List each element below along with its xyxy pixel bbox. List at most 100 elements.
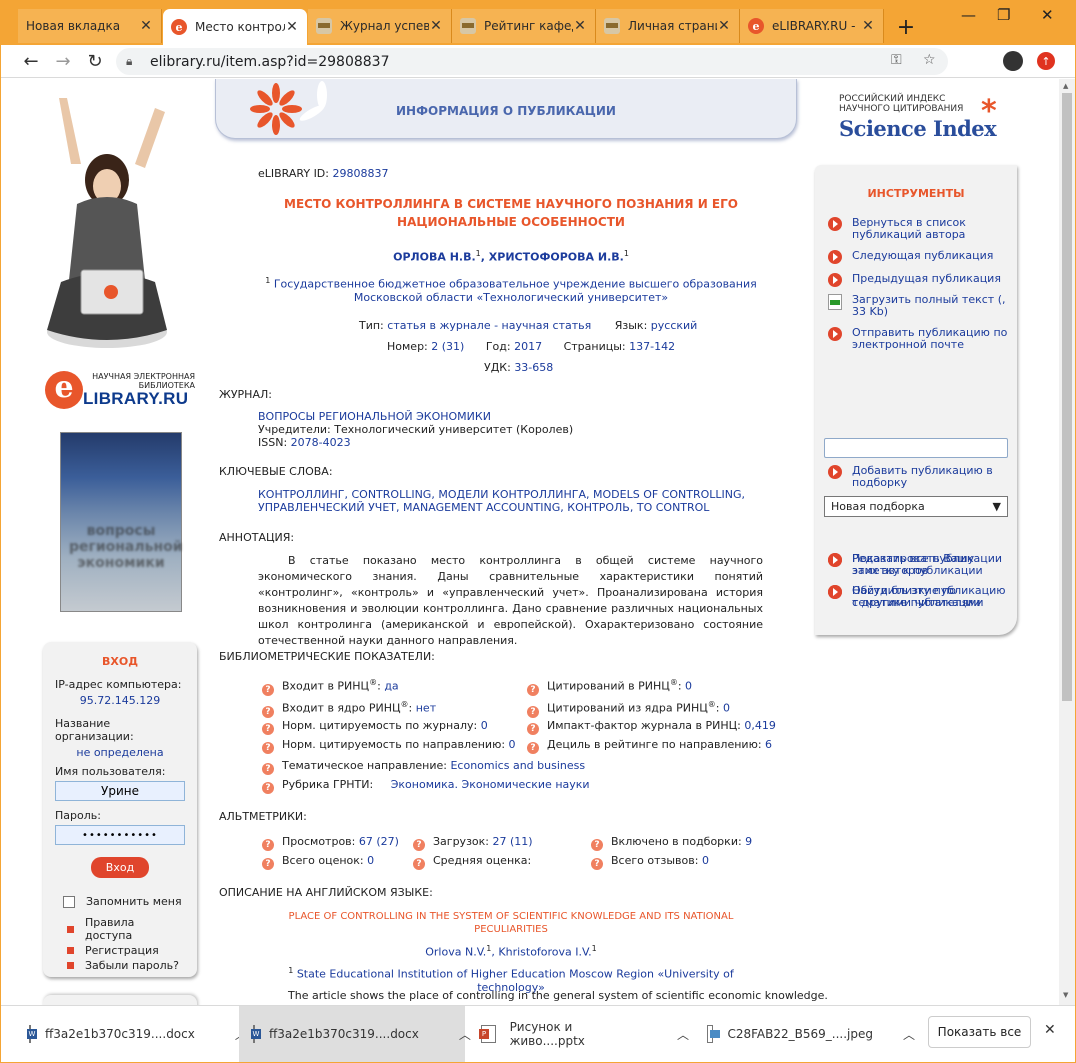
elibrary-logo[interactable]: e НАУЧНАЯ ЭЛЕКТРОННАЯ БИБЛИОТЕКА LIBRARY…: [45, 371, 205, 411]
journal-name[interactable]: ВОПРОСЫ РЕГИОНАЛЬНОЙ ЭКОНОМИКИ: [258, 410, 573, 423]
tab-new-tab[interactable]: Новая вкладка ✕: [18, 9, 162, 43]
update-menu-icon[interactable]: ↑: [1037, 52, 1055, 70]
collection-select[interactable]: Новая подборка ▼: [824, 496, 1008, 517]
metric-value[interactable]: Economics and business: [450, 759, 585, 772]
udk-label: УДК:: [484, 361, 511, 374]
chevron-up-icon[interactable]: ︿: [903, 1026, 915, 1043]
scrollbar-thumb[interactable]: [1062, 93, 1072, 701]
help-icon[interactable]: ?: [527, 742, 539, 754]
close-tab-icon[interactable]: ✕: [429, 18, 443, 34]
metric-value: 27 (11): [492, 835, 533, 848]
password-label: Пароль:: [55, 809, 101, 822]
key-icon[interactable]: ⚿: [891, 52, 902, 68]
tool-download-fulltext[interactable]: Загрузить полный текст (, 33 Kb): [828, 294, 1010, 318]
bullet-icon: [67, 925, 74, 933]
close-tab-icon[interactable]: ✕: [861, 18, 875, 34]
tool-next-publication[interactable]: Следующая публикация: [828, 250, 1010, 264]
close-downloads-icon[interactable]: ✕: [1044, 1022, 1056, 1038]
download-item[interactable]: C28FAB22_B569_....jpeg ︿: [693, 1006, 915, 1062]
remember-me-checkbox[interactable]: Запомнить меня: [63, 895, 185, 908]
help-icon[interactable]: ?: [262, 782, 274, 794]
id-value[interactable]: 29808837: [332, 167, 388, 180]
chevron-up-icon[interactable]: ︿: [677, 1026, 689, 1043]
forgot-password-link[interactable]: Забыли пароль?: [67, 959, 185, 972]
checkbox-box[interactable]: [63, 895, 75, 908]
udk-value[interactable]: 33-658: [514, 361, 553, 374]
close-window-icon[interactable]: ✕: [1041, 6, 1054, 24]
metric-value[interactable]: 0: [685, 680, 692, 693]
access-rules-link[interactable]: Правила доступа: [67, 916, 185, 942]
bullet-icon: [67, 962, 74, 969]
help-icon[interactable]: ?: [262, 742, 274, 754]
scroll-up-arrow-icon[interactable]: ▲: [1063, 82, 1068, 90]
show-all-downloads-button[interactable]: Показать все: [928, 1016, 1031, 1048]
download-item[interactable]: Рисунок и живо....pptx ︿: [467, 1006, 689, 1062]
tool-find-similar[interactable]: Найти близкие по тематике публикации: [828, 585, 1010, 609]
author-link[interactable]: ОРЛОВА Н.В.: [393, 251, 476, 264]
keywords-line: УПРАВЛЕНЧЕСКИЙ УЧЕТ, MANAGEMENT ACCOUNTI…: [258, 501, 710, 514]
help-icon[interactable]: ?: [527, 705, 539, 718]
new-tab-button[interactable]: +: [893, 14, 919, 40]
help-icon[interactable]: ?: [413, 858, 425, 870]
help-icon[interactable]: ?: [591, 858, 603, 870]
maximize-icon[interactable]: ❐: [997, 6, 1010, 24]
help-icon[interactable]: ?: [527, 723, 539, 735]
metric-norm-direction: ? Норм. цитируемость по направлению: 0: [262, 738, 516, 754]
issn-value[interactable]: 2078-4023: [291, 436, 351, 449]
year-value[interactable]: 2017: [514, 340, 542, 353]
tool-show-author-publications[interactable]: Показать все публикации этих авторов: [828, 553, 1010, 577]
help-icon[interactable]: ?: [591, 839, 603, 851]
tab-personal-page[interactable]: Личная страни ✕: [596, 9, 740, 43]
help-icon[interactable]: ?: [262, 683, 274, 696]
tab-publication[interactable]: e Место контрол ✕: [163, 9, 307, 45]
scroll-down-arrow-icon[interactable]: ▼: [1063, 991, 1068, 999]
star-icon[interactable]: ☆: [923, 52, 936, 68]
registration-link[interactable]: Регистрация: [67, 944, 185, 957]
tab-journal[interactable]: Журнал успев ✕: [308, 9, 452, 43]
login-button[interactable]: Вход: [91, 857, 149, 878]
close-tab-icon[interactable]: ✕: [139, 18, 153, 34]
keywords-list[interactable]: КОНТРОЛЛИНГ, CONTROLLING, МОДЕЛИ КОНТРОЛ…: [258, 488, 745, 514]
help-icon[interactable]: ?: [262, 858, 274, 870]
help-icon[interactable]: ?: [527, 683, 539, 696]
close-tab-icon[interactable]: ✕: [573, 18, 587, 34]
vertical-scrollbar[interactable]: ▲ ▼: [1059, 79, 1075, 1005]
metric-value[interactable]: 9: [745, 835, 752, 848]
author-link[interactable]: Khristoforova I.V.: [498, 946, 591, 959]
download-item[interactable]: ff3a2e1b370c319....docx ︿: [15, 1006, 247, 1062]
metric-value[interactable]: Экономика. Экономические науки: [391, 778, 590, 791]
author-link[interactable]: ХРИСТОФОРОВА И.В.: [489, 251, 624, 264]
tool-send-email[interactable]: Отправить публикацию по электронной почт…: [828, 327, 1010, 351]
help-icon[interactable]: ?: [262, 705, 274, 718]
back-arrow-icon[interactable]: ←: [20, 50, 42, 72]
science-index-logo[interactable]: РОССИЙСКИЙ ИНДЕКС НАУЧНОГО ЦИТИРОВАНИЯ S…: [839, 94, 1019, 146]
word-file-icon: [27, 1025, 37, 1043]
close-tab-icon[interactable]: ✕: [285, 19, 299, 35]
help-icon[interactable]: ?: [413, 839, 425, 851]
address-bar[interactable]: 🔒︎ elibrary.ru/item.asp?id=29808837: [116, 48, 948, 75]
forward-arrow-icon[interactable]: →: [52, 50, 74, 72]
tool-author-publications[interactable]: Вернуться в список публикаций автора: [828, 217, 1010, 241]
number-value[interactable]: 2 (31): [431, 340, 464, 353]
download-item[interactable]: ff3a2e1b370c319....docx ︿: [239, 1006, 471, 1062]
profile-avatar-icon[interactable]: [1003, 51, 1023, 71]
help-icon[interactable]: ?: [262, 723, 274, 735]
tool-previous-publication[interactable]: Предыдущая публикация: [828, 273, 1010, 287]
help-icon[interactable]: ?: [262, 763, 274, 775]
metric-value[interactable]: 0: [723, 702, 730, 715]
tool-add-to-collection[interactable]: Добавить публикацию в подборку: [828, 465, 1010, 489]
email-input[interactable]: [824, 438, 1008, 458]
tab-elibrary[interactable]: e eLIBRARY.RU - ✕: [740, 9, 884, 43]
journal-cover-image[interactable]: вопросы региональной экономики: [60, 432, 183, 612]
affiliation[interactable]: 1 Государственное бюджетное образователь…: [261, 274, 761, 304]
username-input[interactable]: [55, 781, 185, 801]
reload-icon[interactable]: ↻: [84, 50, 106, 72]
minimize-icon[interactable]: —: [961, 6, 976, 24]
tab-rating[interactable]: Рейтинг кафед ✕: [452, 9, 596, 43]
author-link[interactable]: Orlova N.V.: [425, 946, 486, 959]
metric-value: 0: [480, 719, 488, 732]
metric-label: Импакт-фактор журнала в РИНЦ:: [547, 719, 741, 732]
password-input[interactable]: [55, 825, 185, 845]
close-tab-icon[interactable]: ✕: [717, 18, 731, 34]
help-icon[interactable]: ?: [262, 839, 274, 851]
